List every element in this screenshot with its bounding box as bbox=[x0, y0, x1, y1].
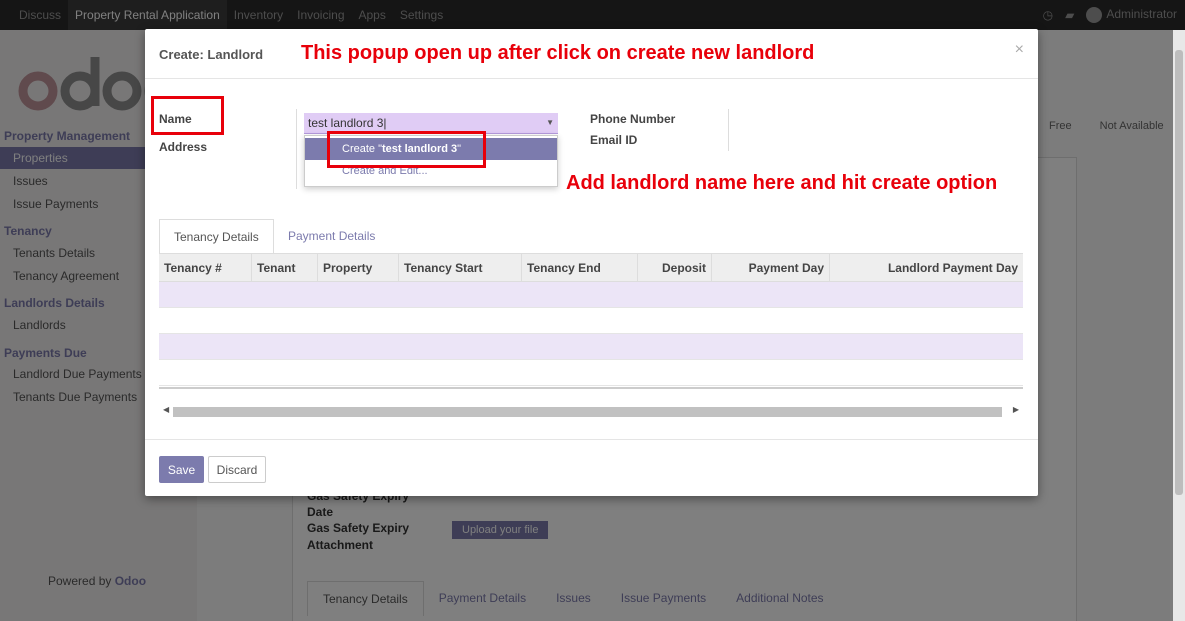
discard-button[interactable]: Discard bbox=[208, 456, 266, 483]
field-divider-right bbox=[728, 109, 729, 151]
name-input-value: test landlord 3 bbox=[308, 116, 384, 130]
tab-payment-details-modal[interactable]: Payment Details bbox=[274, 219, 389, 254]
scroll-right-icon[interactable]: ▶ bbox=[1013, 405, 1019, 414]
scrollbar-thumb[interactable] bbox=[1175, 50, 1183, 495]
table-row bbox=[159, 282, 1023, 308]
col-tenancy-start[interactable]: Tenancy Start bbox=[399, 254, 522, 282]
table-row bbox=[159, 360, 1023, 386]
tenancy-table: Tenancy # Tenant Property Tenancy Start … bbox=[159, 254, 1023, 386]
name-annotation: Add landlord name here and hit create op… bbox=[566, 172, 998, 194]
table-row bbox=[159, 308, 1023, 334]
create-highlight-box bbox=[327, 131, 486, 168]
tab-tenancy-details-modal[interactable]: Tenancy Details bbox=[159, 219, 274, 254]
col-payment-day[interactable]: Payment Day bbox=[712, 254, 830, 282]
col-property[interactable]: Property bbox=[318, 254, 399, 282]
name-highlight-box bbox=[151, 96, 224, 135]
scroll-left-icon[interactable]: ◀ bbox=[163, 405, 169, 414]
field-divider bbox=[296, 109, 297, 189]
col-tenant[interactable]: Tenant bbox=[252, 254, 318, 282]
email-label: Email ID bbox=[590, 133, 638, 147]
address-label: Address bbox=[159, 140, 208, 154]
table-row bbox=[159, 334, 1023, 360]
popup-annotation: This popup open up after click on create… bbox=[301, 42, 815, 64]
modal-title: Create: Landlord bbox=[159, 47, 264, 62]
phone-label: Phone Number bbox=[590, 112, 676, 126]
col-landlord-payment-day[interactable]: Landlord Payment Day bbox=[830, 254, 1023, 282]
scroll-track[interactable] bbox=[173, 407, 1002, 417]
col-tenancy-number[interactable]: Tenancy # bbox=[159, 254, 252, 282]
col-deposit[interactable]: Deposit bbox=[638, 254, 712, 282]
text-cursor: | bbox=[383, 116, 387, 130]
table-horizontal-scrollbar[interactable]: ◀ ▶ bbox=[159, 387, 1023, 423]
save-button[interactable]: Save bbox=[159, 456, 204, 483]
close-icon[interactable]: × bbox=[1015, 41, 1024, 59]
create-landlord-dialog: Create: Landlord × Name Address test lan… bbox=[145, 29, 1038, 496]
col-tenancy-end[interactable]: Tenancy End bbox=[522, 254, 638, 282]
modal-footer: Save Discard bbox=[145, 439, 1038, 496]
page-scrollbar[interactable] bbox=[1173, 30, 1185, 621]
table-header: Tenancy # Tenant Property Tenancy Start … bbox=[159, 254, 1023, 282]
caret-down-icon[interactable]: ▼ bbox=[546, 113, 554, 133]
